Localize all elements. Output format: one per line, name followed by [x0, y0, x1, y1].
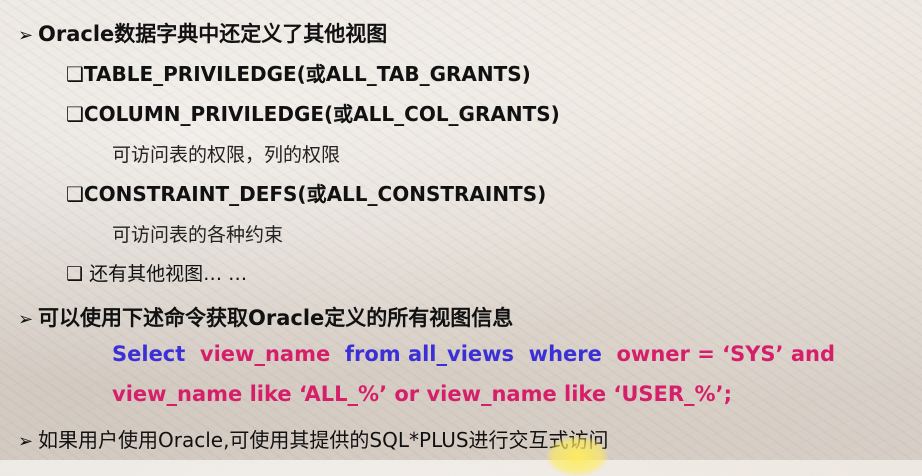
heading-sqlplus: ➢ 如果用户使用Oracle,可使用其提供的SQL*PLUS进行交互式访问	[18, 424, 609, 453]
sql-line-2: view_name like ‘ALL_%’ or view_name like…	[112, 382, 732, 406]
arrow-bullet-icon: ➢	[18, 431, 34, 452]
sql-from-clause: from all_views	[344, 342, 515, 366]
heading-data-dictionary-text: Oracle数据字典中还定义了其他视图	[38, 22, 388, 46]
desc-constraint: 可访问表的各种约束	[112, 224, 284, 246]
heading-query-views-text: 可以使用下述命令获取Oracle定义的所有视图信息	[38, 306, 514, 330]
sql-view-name: view_name	[199, 342, 331, 366]
sql-owner-condition: owner = ‘SYS’ and	[616, 342, 835, 366]
cursor-highlight-icon	[546, 436, 608, 476]
sql-line-1: Select view_name from all_views where ow…	[112, 342, 835, 366]
item-table-privilege: ❑TABLE_PRIVILEDGE(或ALL_TAB_GRANTS)	[66, 62, 531, 86]
heading-query-views: ➢ 可以使用下述命令获取Oracle定义的所有视图信息	[18, 302, 513, 332]
item-column-privilege: ❑COLUMN_PRIVILEDGE(或ALL_COL_GRANTS)	[66, 102, 560, 126]
item-constraint-defs: ❑CONSTRAINT_DEFS(或ALL_CONSTRAINTS)	[66, 182, 547, 206]
sql-select-keyword: Select	[112, 342, 186, 366]
heading-data-dictionary: ➢ Oracle数据字典中还定义了其他视图	[18, 18, 387, 48]
desc-privilege: 可访问表的权限，列的权限	[112, 144, 341, 166]
arrow-bullet-icon: ➢	[18, 309, 34, 330]
heading-sqlplus-text: 如果用户使用Oracle,可使用其提供的SQL*PLUS进行交互式访问	[38, 428, 609, 452]
arrow-bullet-icon: ➢	[18, 25, 34, 46]
sql-where-keyword: where	[528, 342, 602, 366]
item-other-views: ❑ 还有其他视图… …	[66, 263, 248, 285]
